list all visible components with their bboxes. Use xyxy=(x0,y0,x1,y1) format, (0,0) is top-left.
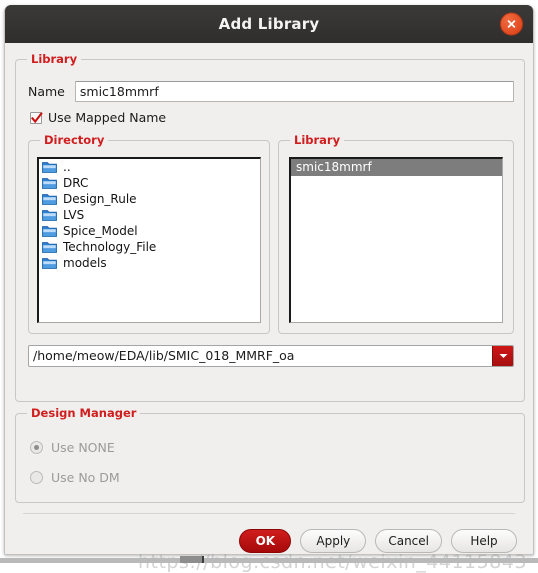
directory-item[interactable]: DRC xyxy=(39,175,260,191)
library-group-title: Library xyxy=(27,52,82,66)
close-x-icon xyxy=(507,20,516,28)
design-manager-groupbox: Design Manager Use NONE Use No DM xyxy=(15,406,525,503)
directory-item[interactable]: Spice_Model xyxy=(39,223,260,239)
radio-use-no-dm-indicator[interactable] xyxy=(30,471,43,484)
apply-button[interactable]: Apply xyxy=(300,529,367,553)
directory-item[interactable]: models xyxy=(39,255,260,271)
help-button[interactable]: Help xyxy=(451,529,517,553)
directory-item-label: LVS xyxy=(63,208,85,222)
path-combobox[interactable]: /home/meow/EDA/lib/SMIC_018_MMRF_oa xyxy=(28,345,514,367)
folder-icon xyxy=(42,161,57,173)
directory-item-label: Technology_File xyxy=(63,240,157,254)
folder-icon xyxy=(42,241,57,253)
dialog-body: Library Name Use Mapped Name Directory .… xyxy=(5,43,533,573)
folder-icon xyxy=(42,193,57,205)
radio-use-none-label: Use NONE xyxy=(51,440,115,455)
directory-item-label: Spice_Model xyxy=(63,224,138,238)
radio-use-none[interactable]: Use NONE xyxy=(30,440,115,455)
library-listbox[interactable]: smic18mmrf xyxy=(289,157,503,323)
add-library-dialog: Add Library Library Name Use Mapped Nam xyxy=(4,5,534,573)
folder-icon xyxy=(42,225,57,237)
directory-item[interactable]: .. xyxy=(39,159,260,175)
radio-use-none-indicator[interactable] xyxy=(30,441,43,454)
path-combobox-value: /home/meow/EDA/lib/SMIC_018_MMRF_oa xyxy=(33,348,295,363)
name-row: Name xyxy=(28,81,514,102)
library-list-group-title: Library xyxy=(290,133,345,147)
directory-item[interactable]: Technology_File xyxy=(39,239,260,255)
radio-use-no-dm-label: Use No DM xyxy=(51,470,120,485)
library-item[interactable]: smic18mmrf xyxy=(291,159,502,176)
footer-separator xyxy=(23,513,515,514)
directory-groupbox: Directory .. DRC Design_Rule LVS Spice_Model… xyxy=(28,133,270,334)
library-list-groupbox: Library smic18mmrf xyxy=(278,133,514,334)
folder-icon xyxy=(42,209,57,221)
dialog-button-row: OK Apply Cancel Help xyxy=(239,529,517,553)
ok-button[interactable]: OK xyxy=(239,529,292,553)
radio-use-no-dm[interactable]: Use No DM xyxy=(30,470,120,485)
design-manager-group-title: Design Manager xyxy=(27,406,141,420)
folder-icon xyxy=(42,177,57,189)
checkmark-icon xyxy=(31,111,43,123)
background-window-sliver xyxy=(180,556,204,563)
background-window-bar xyxy=(0,558,538,563)
chevron-down-icon xyxy=(499,354,507,358)
use-mapped-name-label: Use Mapped Name xyxy=(48,110,167,125)
directory-item-label: models xyxy=(63,256,107,270)
close-button[interactable] xyxy=(500,12,523,36)
cancel-button[interactable]: Cancel xyxy=(375,529,442,553)
library-groupbox: Library Name Use Mapped Name Directory .… xyxy=(15,52,525,402)
folder-icon xyxy=(42,257,57,269)
directory-item[interactable]: Design_Rule xyxy=(39,191,260,207)
dialog-titlebar: Add Library xyxy=(5,5,533,43)
checkbox-box[interactable] xyxy=(30,111,43,124)
name-label: Name xyxy=(28,84,65,99)
directory-listbox[interactable]: .. DRC Design_Rule LVS Spice_Model Technology… xyxy=(37,157,261,323)
directory-item-label: Design_Rule xyxy=(63,192,137,206)
path-dropdown-button[interactable] xyxy=(492,346,513,366)
use-mapped-name-checkbox[interactable]: Use Mapped Name xyxy=(30,110,166,125)
directory-group-title: Directory xyxy=(40,133,109,147)
directory-item[interactable]: LVS xyxy=(39,207,260,223)
name-input[interactable] xyxy=(74,81,514,102)
directory-item-label: DRC xyxy=(63,176,89,190)
directory-item-label: .. xyxy=(63,160,71,174)
dialog-title: Add Library xyxy=(218,15,320,33)
